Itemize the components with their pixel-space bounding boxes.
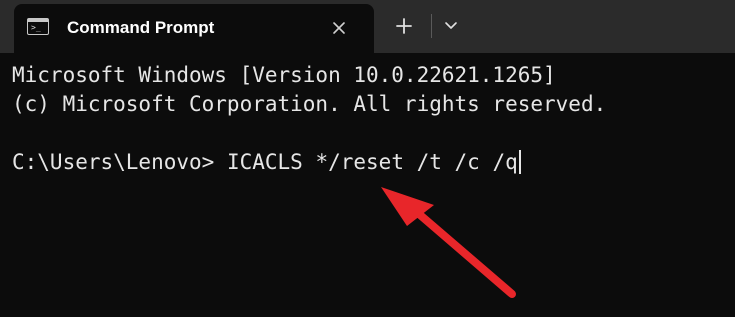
- close-icon[interactable]: [330, 19, 348, 37]
- terminal-icon: >_: [27, 18, 49, 35]
- terminal-output[interactable]: Microsoft Windows [Version 10.0.22621.12…: [0, 53, 735, 317]
- plus-icon: [396, 18, 412, 34]
- terminal-command-line: C:\Users\Lenovo> ICACLS */reset /t /c /q: [12, 149, 521, 175]
- chevron-down-icon: [445, 22, 457, 29]
- tab-title: Command Prompt: [67, 18, 215, 37]
- tab-command-prompt[interactable]: >_ Command Prompt: [14, 4, 374, 53]
- terminal-prompt: C:\Users\Lenovo>: [12, 150, 215, 174]
- terminal-command: ICACLS */reset /t /c /q: [226, 150, 518, 174]
- tab-dropdown-button[interactable]: [438, 12, 464, 40]
- terminal-version-line: Microsoft Windows [Version 10.0.22621.12…: [12, 63, 556, 87]
- terminal-copyright-line: (c) Microsoft Corporation. All rights re…: [12, 92, 607, 116]
- title-bar: >_ Command Prompt: [0, 0, 735, 53]
- new-tab-button[interactable]: [388, 12, 420, 40]
- tabbar-divider: [431, 14, 432, 38]
- text-cursor: [518, 150, 521, 174]
